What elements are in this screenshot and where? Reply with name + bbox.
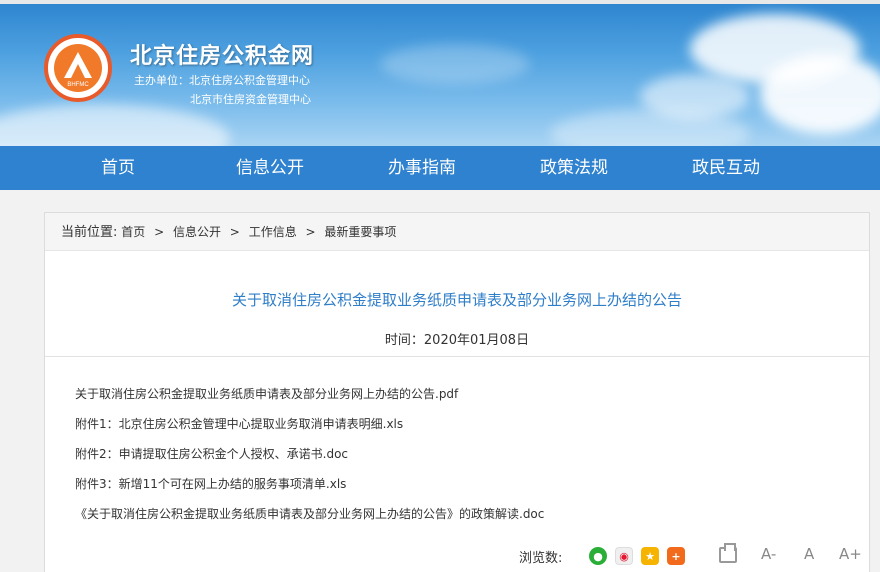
attachment-link[interactable]: 《关于取消住房公积金提取业务纸质申请表及部分业务网上办结的公告》的政策解读.do… — [75, 505, 544, 522]
qzone-icon[interactable]: ★ — [641, 547, 659, 565]
weibo-icon[interactable]: ◉ — [615, 547, 633, 565]
breadcrumb-item-home[interactable]: 首页 — [121, 225, 145, 239]
cloud-decoration — [760, 54, 880, 134]
views-label: 浏览数: — [519, 551, 563, 566]
cloud-decoration — [0, 104, 230, 146]
breadcrumb: 当前位置: 首页 > 信息公开 > 工作信息 > 最新重要事项 — [45, 213, 869, 251]
logo-emblem-icon: BHFMC — [54, 44, 102, 92]
sponsor-line: 北京市住房资金管理中心 — [190, 93, 311, 106]
nav-item-policies[interactable]: 政策法规 — [519, 146, 629, 190]
font-larger-button[interactable]: A+ — [839, 545, 862, 563]
font-normal-button[interactable]: A — [804, 545, 814, 563]
nav-item-interaction[interactable]: 政民互动 — [671, 146, 781, 190]
main-nav: 首页 信息公开 办事指南 政策法规 政民互动 — [0, 146, 880, 190]
breadcrumb-separator: > — [305, 225, 316, 239]
print-icon[interactable] — [719, 543, 737, 563]
font-smaller-button[interactable]: A- — [761, 545, 776, 563]
nav-item-service-guide[interactable]: 办事指南 — [367, 146, 477, 190]
breadcrumb-item-work-info[interactable]: 工作信息 — [249, 225, 297, 239]
article-panel: 当前位置: 首页 > 信息公开 > 工作信息 > 最新重要事项 关于取消住房公积… — [44, 212, 870, 572]
site-title[interactable]: 北京住房公积金网 — [130, 38, 314, 70]
wechat-icon[interactable]: ● — [589, 547, 607, 565]
logo-text: BHFMC — [67, 82, 89, 88]
site-header: BHFMC 北京住房公积金网 主办单位：北京住房公积金管理中心 北京市住房资金管… — [0, 0, 880, 146]
article-date: 时间：2020年01月08日 — [384, 333, 530, 348]
site-logo[interactable]: BHFMC — [44, 34, 112, 102]
attachment-link[interactable]: 附件2：申请提取住房公积金个人授权、承诺书.doc — [75, 445, 348, 462]
attachment-link[interactable]: 附件3：新增11个可在网上办结的服务事项清单.xls — [75, 475, 346, 492]
more-share-icon[interactable]: + — [667, 547, 685, 565]
divider — [45, 356, 869, 357]
cloud-decoration — [380, 44, 530, 84]
breadcrumb-separator: > — [229, 225, 240, 239]
sponsor-label: 主办单位：北京住房公积金管理中心 — [134, 74, 310, 87]
breadcrumb-label: 当前位置: — [61, 225, 118, 240]
breadcrumb-item-info-disclosure[interactable]: 信息公开 — [173, 225, 221, 239]
nav-item-info-disclosure[interactable]: 信息公开 — [215, 146, 325, 190]
article-title: 关于取消住房公积金提取业务纸质申请表及部分业务网上办结的公告 — [231, 291, 682, 309]
breadcrumb-item-latest[interactable]: 最新重要事项 — [324, 225, 396, 239]
breadcrumb-separator: > — [154, 225, 165, 239]
attachment-link[interactable]: 关于取消住房公积金提取业务纸质申请表及部分业务网上办结的公告.pdf — [75, 385, 458, 402]
nav-item-home[interactable]: 首页 — [63, 146, 173, 190]
attachment-link[interactable]: 附件1：北京住房公积金管理中心提取业务取消申请表明细.xls — [75, 415, 403, 432]
